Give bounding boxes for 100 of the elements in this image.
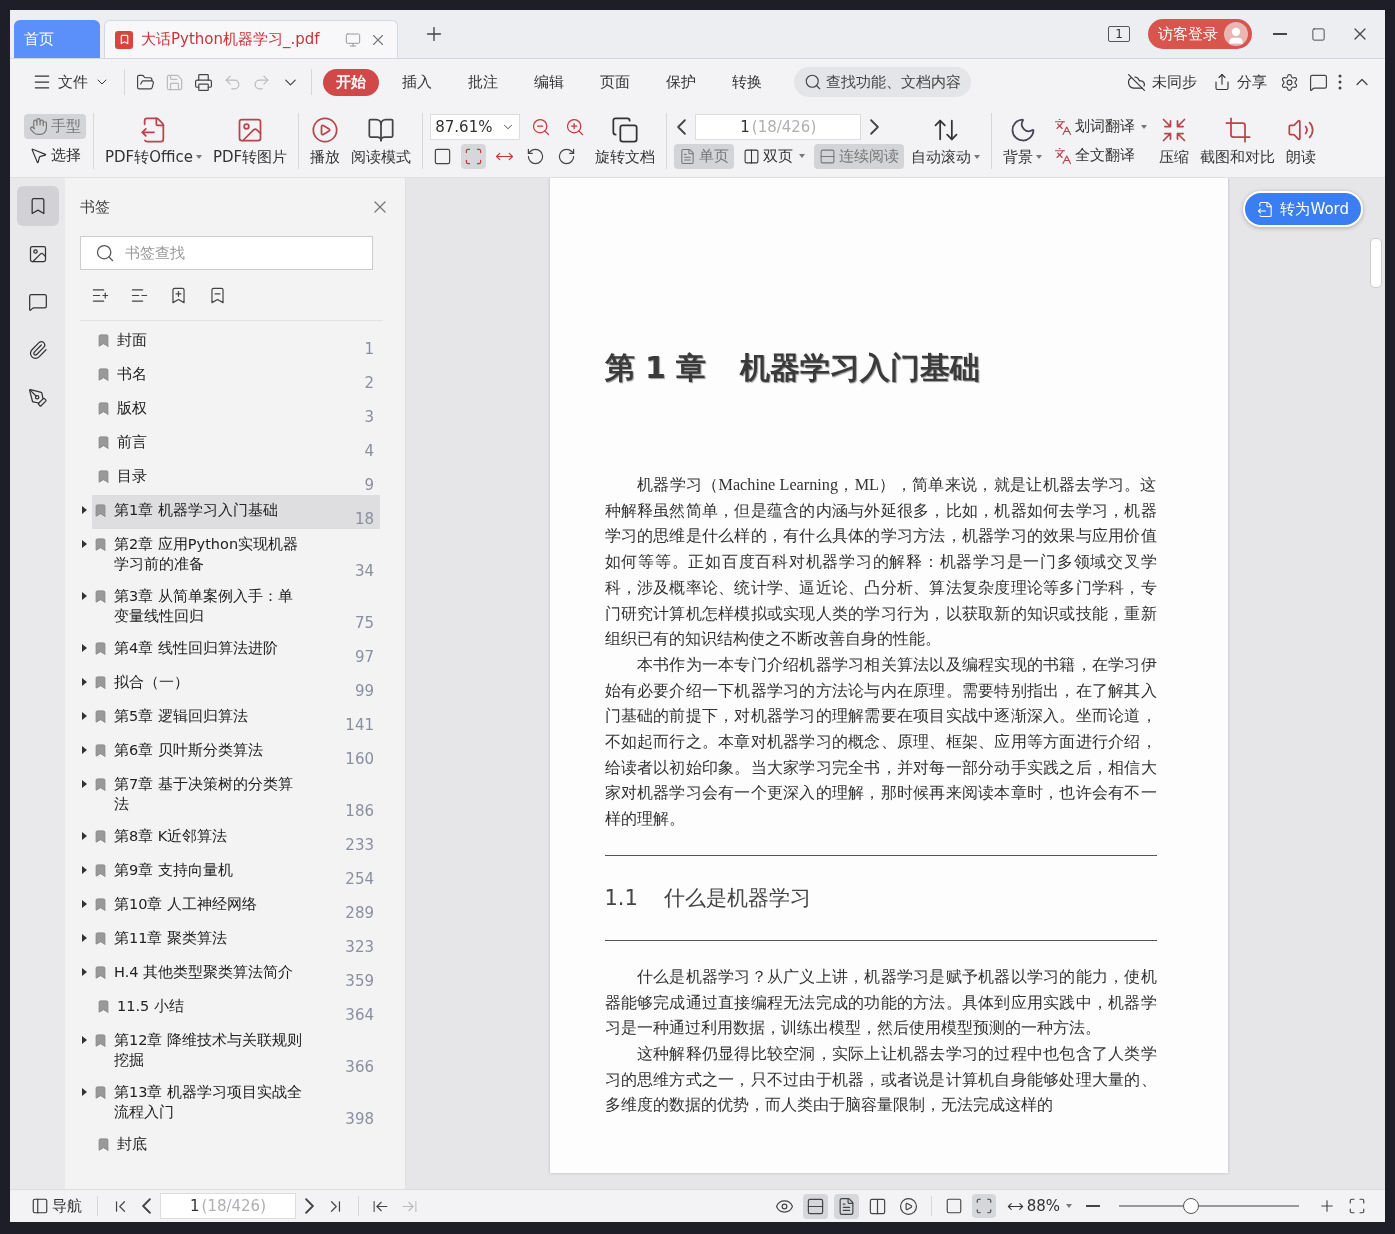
bookmark-item[interactable]: 封底	[92, 1129, 380, 1163]
bookmark-icon	[93, 675, 108, 690]
bookmark-item[interactable]: 版权 3	[92, 393, 380, 427]
zoom-out-button[interactable]	[1083, 1202, 1103, 1210]
share-button[interactable]: 分享	[1207, 68, 1273, 96]
bookmark-item[interactable]: 第5章 逻辑回归算法 141	[92, 701, 380, 735]
save-icon	[165, 72, 184, 92]
bookmark-item[interactable]: 目录 9	[92, 461, 380, 495]
ribbon-tab[interactable]: 转换	[719, 68, 775, 96]
rotate-document-button[interactable]: 旋转文档	[591, 113, 660, 169]
page-number-field[interactable]: 1(18/426)	[160, 1193, 296, 1219]
login-button[interactable]: 访客登录	[1148, 19, 1252, 49]
view-toggle-button[interactable]	[833, 1193, 859, 1219]
view-toggle-button[interactable]	[802, 1193, 828, 1219]
navigation-button[interactable]: 导航	[26, 1193, 87, 1219]
side-rail-button[interactable]	[16, 186, 59, 226]
sync-button[interactable]: 未同步	[1121, 68, 1203, 96]
expand-arrow-icon[interactable]	[82, 712, 87, 720]
minimize-icon	[1273, 33, 1287, 35]
translate-button[interactable]: 全文翻译	[1049, 143, 1153, 168]
bookmark-icon	[93, 897, 108, 912]
bookmark-item[interactable]: 11.5 小结 364	[92, 991, 380, 1025]
section-title: 什么是机器学习	[663, 884, 811, 912]
bookmark-icon	[96, 367, 111, 382]
play-icon	[898, 1196, 918, 1216]
bookmark-item[interactable]: H.4 其他类型聚类算法简介 359	[92, 957, 380, 991]
expand-arrow-icon[interactable]	[82, 934, 87, 942]
tool-button[interactable]: 朗读	[1282, 113, 1321, 169]
expand-arrow-icon[interactable]	[82, 866, 87, 874]
bookmark-item[interactable]: 第2章 应用Python实现机器学习前的准备 34	[92, 529, 380, 581]
bookmark-item[interactable]: 第4章 线性回归算法进阶 97	[92, 633, 380, 667]
bookmark-item[interactable]: 封面 1	[92, 325, 380, 359]
expand-arrow-icon[interactable]	[82, 1036, 87, 1044]
bookmark-icon	[96, 999, 111, 1014]
body-paragraph: 这种解释仍显得比较空洞，实际上让机器去学习的过程中也包含了人类学习的思维方式之一，只不过由于机器，或者说是计算机自身能够处理大量的、多维度的数据的优势，而人类由于脑容量限制，无法完成这样的	[604, 1043, 1157, 1117]
ribbon-tab[interactable]: 保护	[653, 68, 709, 96]
convert-button[interactable]: PDF转图片	[209, 113, 292, 169]
next-page-button[interactable]	[302, 1195, 317, 1217]
bookmark-item[interactable]: 第11章 聚类算法 323	[92, 923, 380, 957]
expand-arrow-icon[interactable]	[82, 1088, 87, 1096]
page-badge[interactable]: 1	[1108, 26, 1130, 42]
fit-mode-button[interactable]	[461, 143, 487, 169]
bookmark-item[interactable]: 前言 4	[92, 427, 380, 461]
bookmark-item[interactable]: 第3章 从简单案例入手：单变量线性回归 75	[92, 581, 380, 633]
ribbon-tab[interactable]: 插入	[389, 68, 445, 96]
minimize-button[interactable]	[1270, 30, 1290, 38]
zoom-select[interactable]: 88%	[1001, 1194, 1077, 1218]
fit-mode-button[interactable]	[971, 1194, 996, 1218]
expand-arrow-icon[interactable]	[82, 540, 87, 548]
body-paragraph: 机器学习（Machine Learning，ML），简单来说，就是让机器去学习。这种解释虽然简单，但是蕴含的内涵与外延很多，比如，机器如何去学习，机器学习的思维是什么样的，有什么具体的学习方法，机器学习的效果与应用价值如何等等。正如百度百科对机器学习的解释：机器学习是一门多领域交叉学科，涉及概率论、统计学、逼近论、凸分析、算法复杂度理论等多门学科，专门研究计算机怎样模拟或实现人类的学习行为，以获取新的知识或技能，重新组织已有的知识结构使之不断改善自身的性能。	[604, 475, 1157, 651]
bookmark-item[interactable]: 第13章 机器学习项目实战全流程入门 398	[92, 1077, 380, 1129]
chevron-left-icon	[677, 118, 687, 135]
play-icon	[311, 115, 340, 144]
zoom-field[interactable]: 87.61%	[430, 113, 521, 140]
page-number-field[interactable]: 1(18/426)	[695, 113, 862, 140]
expand-arrow-icon[interactable]	[82, 644, 87, 652]
ribbon-tab[interactable]: 批注	[455, 68, 511, 96]
bookmark-item[interactable]: 第8章 K近邻算法 233	[92, 821, 380, 855]
bookmark-icon	[93, 641, 108, 656]
fullscreen-icon	[1348, 1197, 1366, 1215]
bookmark-item[interactable]: 第9章 支持向量机 254	[92, 855, 380, 889]
previous-page-button[interactable]	[139, 1195, 154, 1217]
tool-button[interactable]: 背景	[999, 113, 1047, 169]
file-menu-button[interactable]: 文件	[26, 68, 116, 96]
expand-arrow-icon[interactable]	[82, 746, 87, 754]
bookmark-item[interactable]: 第6章 贝叶斯分类算法 160	[92, 735, 380, 769]
convert-to-word-button[interactable]: 转为Word	[1243, 191, 1363, 227]
tool-button[interactable]: 截图和对比	[1196, 113, 1280, 169]
ribbon-tab[interactable]: 页面	[587, 68, 643, 96]
document-tab[interactable]: 大话Python机器学习_.pdf	[104, 20, 398, 58]
double-page-icon	[743, 147, 761, 165]
bookmark-item[interactable]: 第12章 降维技术与关联规则挖掘 366	[92, 1025, 380, 1077]
expand-arrow-icon[interactable]	[82, 780, 87, 788]
expand-arrow-icon[interactable]	[82, 832, 87, 840]
play-button[interactable]: 播放	[306, 113, 345, 169]
ribbon-tab[interactable]: 开始	[323, 68, 379, 96]
translate-button[interactable]: 划词翻译	[1049, 114, 1153, 139]
zoom-slider-thumb[interactable]	[1183, 1198, 1199, 1214]
pdf-icon	[115, 30, 133, 49]
bookmark-icon	[96, 1137, 111, 1152]
auto-scroll-button[interactable]: 自动滚动	[907, 113, 985, 169]
chevron-left-icon	[142, 1198, 151, 1214]
expand-arrow-icon[interactable]	[82, 968, 87, 976]
bookmark-item[interactable]: 拟合（一） 99	[92, 667, 380, 701]
more-icon	[1338, 74, 1342, 90]
search-field[interactable]: 查找功能、文档内容	[794, 67, 971, 97]
pointer-tool-button[interactable]: 选择	[24, 143, 86, 168]
expand-arrow-icon[interactable]	[82, 678, 87, 686]
bookmark-item[interactable]: 第10章 人工神经网络 289	[92, 889, 380, 923]
page-layout-button[interactable]: 双页	[738, 143, 811, 169]
bookmark-item[interactable]: 书名 2	[92, 359, 380, 393]
read-mode-button[interactable]: 阅读模式	[347, 113, 416, 169]
bookmark-item[interactable]: 第7章 基于决策树的分类算法 186	[92, 769, 380, 821]
ribbon-tab[interactable]: 编辑	[521, 68, 577, 96]
scrollbar-thumb[interactable]	[1370, 238, 1382, 288]
tool-button[interactable]: 压缩	[1155, 113, 1194, 169]
expand-arrow-icon[interactable]	[82, 506, 87, 514]
convert-button[interactable]: PDF转Office	[101, 113, 206, 169]
expand-arrow-icon[interactable]	[82, 900, 87, 908]
expand-arrow-icon[interactable]	[82, 592, 87, 600]
